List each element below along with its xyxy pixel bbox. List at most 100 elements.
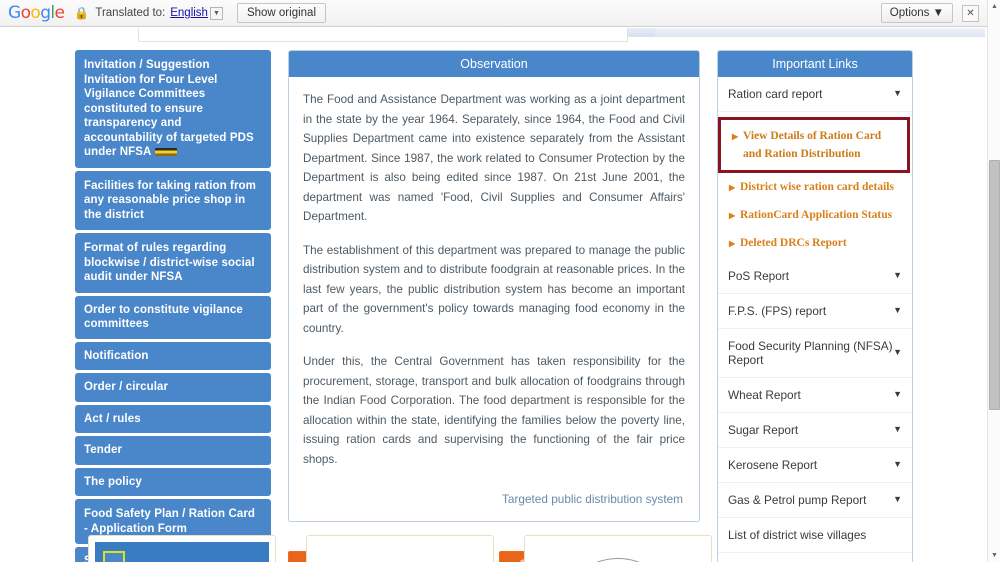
important-link-row-9[interactable]: List of district wise godowns <box>718 553 912 562</box>
sidebar-item-4[interactable]: Notification <box>75 341 271 370</box>
sidebar-item-5[interactable]: Order / circular <box>75 373 271 402</box>
targeted-pds-link[interactable]: Targeted public distribution system <box>303 483 685 511</box>
sidebar-item-8[interactable]: The policy <box>75 467 271 496</box>
chevron-down-icon[interactable]: ▼ <box>893 459 902 469</box>
important-link-row-0[interactable]: Ration card report ▼ <box>718 77 912 112</box>
chevron-down-icon[interactable]: ▼ <box>893 270 902 280</box>
right-sidebar: Important Links Ration card report ▼ ▶ View… <box>717 50 913 562</box>
left-sidebar: Invitation / Suggestion Invitation for F… <box>75 50 271 562</box>
observation-paragraph: The establishment of this department was… <box>303 243 685 335</box>
triangle-bullet-icon: ▶ <box>729 239 736 248</box>
sidebar-item-3[interactable]: Order to constitute vigilance committees <box>75 295 271 339</box>
important-link-label: Wheat Report <box>728 388 801 402</box>
important-link-label: Kerosene Report <box>728 458 818 472</box>
sidebar-item-label: Order to constitute vigilance committees <box>84 303 243 331</box>
chevron-down-icon[interactable]: ▼ <box>893 494 902 504</box>
important-link-row-8[interactable]: List of district wise villages <box>718 518 912 553</box>
clipped-band-right <box>655 28 985 37</box>
observation-panel: Observation The Food and Assistance Depa… <box>288 50 700 522</box>
vertical-scrollbar[interactable]: ▲ ▼ <box>987 0 1000 562</box>
important-link-label: Ration card report <box>728 87 823 101</box>
triangle-bullet-icon: ▶ <box>729 211 736 220</box>
card-badge-icon <box>103 551 125 562</box>
clipped-page-strip <box>0 28 987 48</box>
translate-bar-right: Options ▼ ✕ <box>880 3 979 23</box>
sidebar-item-label: Format of rules regarding blockwise / di… <box>84 242 255 283</box>
important-link-label: F.P.S. (FPS) report <box>728 304 827 318</box>
sidebar-item-1[interactable]: Facilities for taking ration from any re… <box>75 170 271 230</box>
important-link-label: Gas & Petrol pump Report <box>728 493 867 507</box>
sub-link-1[interactable]: ▶ District wise ration card details <box>718 173 912 201</box>
sidebar-item-label: Act / rules <box>84 412 141 425</box>
triangle-bullet-icon: ▶ <box>732 132 739 141</box>
important-link-label: PoS Report <box>728 269 789 283</box>
chevron-down-icon[interactable]: ▼ <box>893 88 902 98</box>
sidebar-item-0[interactable]: Invitation / Suggestion Invitation for F… <box>75 50 271 168</box>
highlighted-link-box: ▶ View Details of Ration Card and Ration … <box>718 117 910 173</box>
bottom-cards-row <box>88 535 713 562</box>
chevron-down-icon[interactable]: ▼ <box>893 305 902 315</box>
scroll-down-icon[interactable]: ▼ <box>988 549 1000 562</box>
close-icon[interactable]: ✕ <box>962 4 979 22</box>
ration-card-sub-links: ▶ View Details of Ration Card and Ration … <box>718 112 912 259</box>
sub-link-0[interactable]: ▶ View Details of Ration Card and Ration … <box>721 122 907 168</box>
sidebar-item-label: Order / circular <box>84 381 169 393</box>
sidebar-item-label: The policy <box>84 475 142 488</box>
sub-link-label: Deleted DRCs Report <box>740 237 847 249</box>
language-link[interactable]: English <box>170 7 208 19</box>
bottom-card[interactable] <box>306 535 494 562</box>
triangle-bullet-icon: ▶ <box>729 183 736 192</box>
center-column: Observation The Food and Assistance Depa… <box>288 50 700 562</box>
important-link-row-1[interactable]: PoS Report ▼ <box>718 259 912 294</box>
observation-body: The Food and Assistance Department was w… <box>289 77 699 521</box>
important-link-row-7[interactable]: Gas & Petrol pump Report ▼ <box>718 483 912 518</box>
google-translate-bar: Google 🔒 Translated to: English ▼ Show o… <box>0 0 987 27</box>
important-link-row-2[interactable]: F.P.S. (FPS) report ▼ <box>718 294 912 329</box>
sub-link-label: View Details of Ration Card and Ration D… <box>743 130 882 160</box>
sidebar-item-7[interactable]: Tender <box>75 436 271 465</box>
bottom-card[interactable] <box>88 535 276 562</box>
important-links-list: Ration card report ▼ ▶ View Details of Rati… <box>718 77 912 562</box>
sidebar-item-2[interactable]: Format of rules regarding blockwise / di… <box>75 233 271 293</box>
sub-link-label: RationCard Application Status <box>740 209 893 221</box>
sub-link-3[interactable]: ▶ Deleted DRCs Report <box>718 229 912 257</box>
important-links-title: Important Links <box>718 51 912 77</box>
google-logo: Google <box>8 3 65 23</box>
sidebar-item-label: Tender <box>84 444 123 456</box>
sub-link-2[interactable]: ▶ RationCard Application Status <box>718 201 912 229</box>
chevron-down-icon[interactable]: ▼ <box>209 6 223 20</box>
scrollbar-thumb[interactable] <box>989 160 1000 410</box>
important-link-label: Food Security Planning (NFSA) Report <box>728 339 893 367</box>
important-link-row-5[interactable]: Sugar Report ▼ <box>718 413 912 448</box>
observation-paragraph: The Food and Assistance Department was w… <box>303 93 685 223</box>
chevron-down-icon[interactable]: ▼ <box>893 347 902 357</box>
options-button[interactable]: Options ▼ <box>880 3 953 23</box>
scroll-up-icon[interactable]: ▲ <box>988 0 1000 13</box>
clipped-box <box>138 28 628 42</box>
page-root: Google 🔒 Translated to: English ▼ Show o… <box>0 0 1000 562</box>
observation-title: Observation <box>289 51 699 77</box>
options-label: Options <box>889 7 930 19</box>
bottom-card[interactable] <box>524 535 712 562</box>
important-link-label: Sugar Report <box>728 423 799 437</box>
chevron-down-icon[interactable]: ▼ <box>893 424 902 434</box>
sub-link-label: District wise ration card details <box>740 181 894 193</box>
important-link-row-3[interactable]: Food Security Planning (NFSA) Report ▼ <box>718 329 912 378</box>
new-ribbon-icon <box>155 147 178 156</box>
sidebar-item-label: Invitation / Suggestion Invitation for F… <box>84 59 254 158</box>
translated-to-label: Translated to: <box>95 7 166 19</box>
lock-icon: 🔒 <box>74 6 90 20</box>
important-links-panel: Important Links Ration card report ▼ ▶ View… <box>717 50 913 562</box>
important-link-label: List of district wise villages <box>728 528 867 542</box>
important-link-row-4[interactable]: Wheat Report ▼ <box>718 378 912 413</box>
sidebar-item-label: Notification <box>84 349 149 362</box>
important-link-row-6[interactable]: Kerosene Report ▼ <box>718 448 912 483</box>
main-content: Invitation / Suggestion Invitation for F… <box>0 46 987 562</box>
sidebar-item-6[interactable]: Act / rules <box>75 404 271 433</box>
sidebar-item-label: Facilities for taking ration from any re… <box>84 179 256 221</box>
chevron-down-icon[interactable]: ▼ <box>893 389 902 399</box>
card-arc-graphic <box>531 542 705 562</box>
show-original-button[interactable]: Show original <box>236 3 326 23</box>
sidebar-item-label: Food Safety Plan / Ration Card - Applica… <box>84 508 256 535</box>
card-thumbnail <box>95 542 269 562</box>
